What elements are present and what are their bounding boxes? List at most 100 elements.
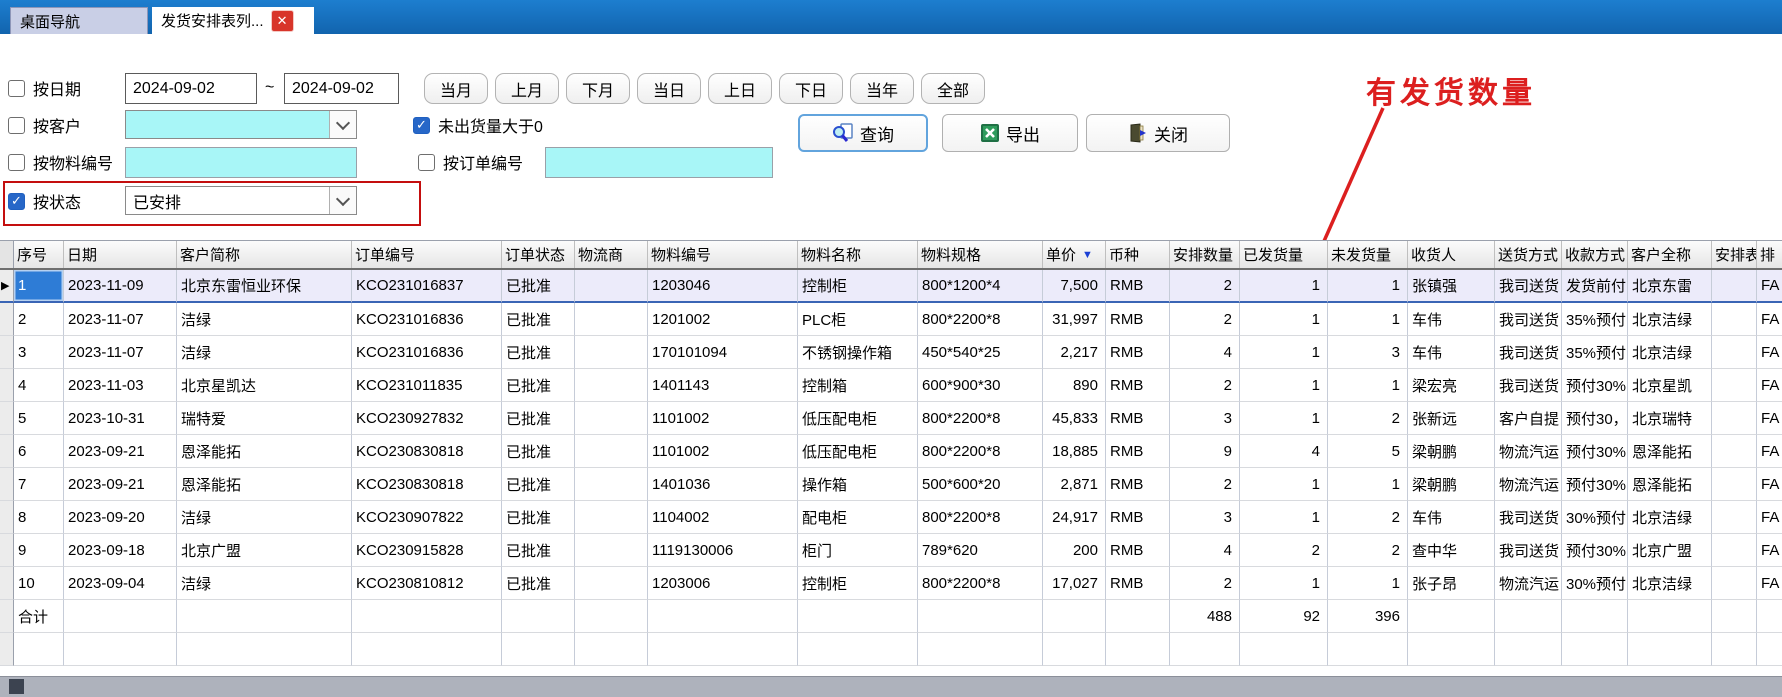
table-cell[interactable]: 北京星凯 (1628, 369, 1712, 402)
table-cell[interactable]: 2023-09-21 (64, 468, 177, 501)
order-no-input[interactable] (545, 147, 773, 178)
table-cell[interactable]: 柜门 (798, 534, 918, 567)
table-cell[interactable]: 396 (1328, 600, 1408, 633)
row-selector-cell[interactable] (0, 303, 14, 336)
table-cell[interactable] (575, 534, 648, 567)
table-cell[interactable]: 北京洁绿 (1628, 336, 1712, 369)
table-cell[interactable]: 30%预付 (1562, 501, 1628, 534)
table-cell[interactable] (575, 303, 648, 336)
table-cell[interactable] (1106, 600, 1170, 633)
table-cell[interactable]: RMB (1106, 501, 1170, 534)
table-cell[interactable]: FA (1757, 303, 1782, 336)
table-cell[interactable]: 我司送货 (1495, 369, 1562, 402)
table-cell[interactable]: 2 (1170, 468, 1240, 501)
table-cell[interactable]: 北京东雷 (1628, 270, 1712, 303)
current-day-button[interactable]: 当日 (637, 73, 701, 104)
table-cell[interactable] (1712, 435, 1757, 468)
table-cell[interactable]: FA (1757, 435, 1782, 468)
table-cell[interactable]: KCO230830818 (352, 468, 502, 501)
column-header[interactable]: 物料规格 (918, 241, 1043, 268)
table-cell[interactable] (1712, 270, 1757, 303)
table-cell[interactable]: 800*2200*8 (918, 435, 1043, 468)
table-cell[interactable]: 1 (1240, 336, 1328, 369)
table-cell[interactable]: 10 (14, 567, 64, 600)
table-cell[interactable] (575, 402, 648, 435)
table-cell[interactable]: 30%预付 (1562, 567, 1628, 600)
table-cell[interactable]: 2 (1170, 270, 1240, 303)
tab-desktop-navigation[interactable]: 桌面导航 (10, 7, 148, 34)
table-cell[interactable] (575, 633, 648, 666)
table-cell[interactable]: 我司送货 (1495, 336, 1562, 369)
row-selector-cell[interactable]: ▶ (0, 270, 14, 303)
table-cell[interactable]: 预付30% (1562, 435, 1628, 468)
table-cell[interactable]: RMB (1106, 534, 1170, 567)
table-cell[interactable]: FA (1757, 270, 1782, 303)
table-cell[interactable]: 3 (1328, 336, 1408, 369)
table-cell[interactable]: 车伟 (1408, 336, 1495, 369)
table-cell[interactable] (1757, 633, 1782, 666)
table-row[interactable]: 102023-09-04洁绿KCO230810812已批准1203006控制柜8… (0, 567, 1782, 600)
tab-shipping-arrangement-list[interactable]: 发货安排表列... ✕ (152, 7, 314, 34)
column-header[interactable]: 未发货量 (1328, 241, 1408, 268)
table-cell[interactable]: 北京广盟 (1628, 534, 1712, 567)
table-cell[interactable]: 2 (1328, 402, 1408, 435)
table-cell[interactable]: 2 (1328, 534, 1408, 567)
table-cell[interactable]: 6 (14, 435, 64, 468)
column-header[interactable]: 物流商 (575, 241, 648, 268)
table-cell[interactable] (648, 633, 798, 666)
table-cell[interactable] (1240, 633, 1328, 666)
table-cell[interactable]: 张镇强 (1408, 270, 1495, 303)
table-cell[interactable]: 物流汽运 (1495, 567, 1562, 600)
table-cell[interactable]: 488 (1170, 600, 1240, 633)
table-cell[interactable]: 7,500 (1043, 270, 1106, 303)
table-cell[interactable]: 24,917 (1043, 501, 1106, 534)
table-cell[interactable]: 洁绿 (177, 567, 352, 600)
column-header[interactable]: 送货方式 (1495, 241, 1562, 268)
table-cell[interactable]: 张新远 (1408, 402, 1495, 435)
table-cell[interactable] (1408, 600, 1495, 633)
by-date-checkbox[interactable] (8, 80, 25, 97)
table-cell[interactable]: 洁绿 (177, 501, 352, 534)
table-cell[interactable]: 梁朝鹏 (1408, 468, 1495, 501)
table-cell[interactable] (1106, 633, 1170, 666)
table-cell[interactable]: 我司送货 (1495, 501, 1562, 534)
table-cell[interactable]: RMB (1106, 336, 1170, 369)
table-cell[interactable]: FA (1757, 402, 1782, 435)
prev-month-button[interactable]: 上月 (495, 73, 559, 104)
table-cell[interactable] (14, 633, 64, 666)
table-cell[interactable] (64, 600, 177, 633)
table-cell[interactable] (1712, 633, 1757, 666)
table-row[interactable]: 52023-10-31瑞特爱KCO230927832已批准1101002低压配电… (0, 402, 1782, 435)
table-cell[interactable]: 预付30% (1562, 369, 1628, 402)
table-cell[interactable]: 3 (14, 336, 64, 369)
table-cell[interactable]: 梁宏亮 (1408, 369, 1495, 402)
table-cell[interactable]: 1 (1240, 402, 1328, 435)
table-cell[interactable]: 800*2200*8 (918, 567, 1043, 600)
table-cell[interactable] (575, 468, 648, 501)
table-cell[interactable]: 北京洁绿 (1628, 501, 1712, 534)
column-header[interactable]: 客户简称 (177, 241, 352, 268)
table-cell[interactable] (575, 435, 648, 468)
table-cell[interactable]: 9 (14, 534, 64, 567)
table-cell[interactable]: 洁绿 (177, 336, 352, 369)
table-cell[interactable]: RMB (1106, 270, 1170, 303)
row-selector-cell[interactable] (0, 567, 14, 600)
table-cell[interactable]: RMB (1106, 303, 1170, 336)
table-cell[interactable]: RMB (1106, 435, 1170, 468)
table-cell[interactable]: 2 (1170, 303, 1240, 336)
table-cell[interactable]: 890 (1043, 369, 1106, 402)
table-cell[interactable] (1495, 633, 1562, 666)
table-cell[interactable]: 3 (1170, 402, 1240, 435)
column-header[interactable]: 物料名称 (798, 241, 918, 268)
by-customer-checkbox[interactable] (8, 117, 25, 134)
table-cell[interactable]: FA (1757, 468, 1782, 501)
customer-select[interactable] (125, 110, 357, 139)
table-cell[interactable]: 合计 (14, 600, 64, 633)
table-cell[interactable]: 600*900*30 (918, 369, 1043, 402)
table-cell[interactable] (64, 633, 177, 666)
material-no-input[interactable] (125, 147, 357, 178)
table-cell[interactable]: 2 (1170, 369, 1240, 402)
table-cell[interactable]: 2023-11-03 (64, 369, 177, 402)
table-cell[interactable]: 2 (1240, 534, 1328, 567)
current-month-button[interactable]: 当月 (424, 73, 488, 104)
